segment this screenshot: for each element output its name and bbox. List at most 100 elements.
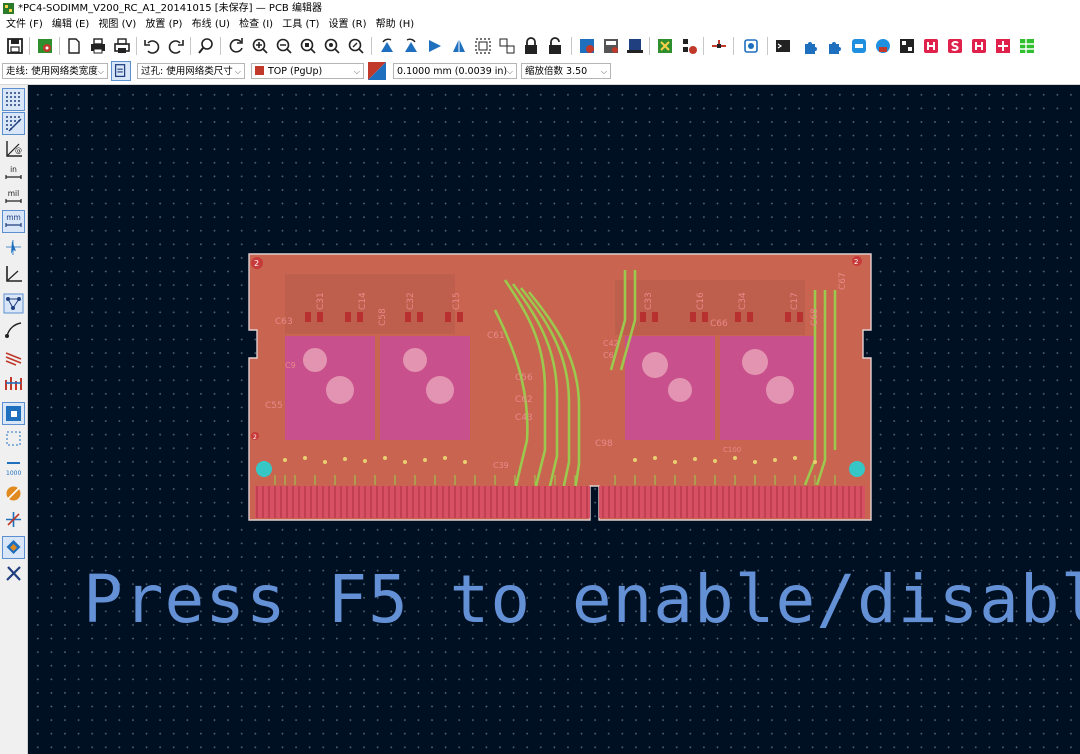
menu-bar: 文件 (F) 编辑 (E) 视图 (V) 放置 (P) 布线 (U) 检查 (I… [0,17,1080,33]
silk-ref: C58 [378,308,388,326]
netlist-icon[interactable] [601,36,621,56]
pad-display-icon[interactable] [3,483,24,504]
curved-ratsnest-icon[interactable] [3,319,24,340]
ratsnest-icon[interactable] [3,293,24,314]
menu-file[interactable]: 文件 (F) [0,17,43,33]
h-plugin-icon[interactable] [921,36,941,56]
svg-text:1000: 1000 [6,470,21,477]
plugin-2-icon[interactable] [825,36,845,56]
rotate-cw-icon[interactable] [401,36,421,56]
lock-icon[interactable] [521,36,541,56]
pcb-canvas[interactable]: C63 C31 C14 C58 C32 C15 C61 C33 C16 C66 … [28,85,1080,754]
print-icon[interactable] [88,36,108,56]
window-title: *PC4-SODIMM_V200_RC_A1_20141015 [未保存] — … [18,3,322,14]
overrides-grid-icon[interactable] [2,112,25,135]
menu-place[interactable]: 放置 (P) [139,17,182,33]
net-color-icon[interactable]: 1000 [3,457,24,478]
units-inch-toggle[interactable]: in [3,163,24,184]
menu-preferences[interactable]: 设置 (R) [323,17,367,33]
zone-outline-icon[interactable] [3,428,24,449]
mirror-v-icon[interactable] [449,36,469,56]
units-mil-label: mil [8,189,19,198]
via-display-icon[interactable] [3,509,24,530]
track-width-select[interactable]: 走线: 使用网络类宽度 ⌵ [2,63,108,79]
chevron-down-icon: ⌵ [97,67,104,76]
footprint-check-icon[interactable] [679,36,699,56]
board-setup-icon[interactable] [35,36,55,56]
undo-icon[interactable] [142,36,162,56]
kicad-pcb-icon [3,3,14,14]
auto-width-icon [114,64,126,78]
drc-icon[interactable] [577,36,597,56]
footprint-editor-icon[interactable] [655,36,675,56]
menu-help[interactable]: 帮助 (H) [370,17,415,33]
silk-ref: C42 [603,339,619,348]
svg-text:@: @ [15,147,22,155]
grid-toggle-icon[interactable] [2,88,25,111]
menu-inspect[interactable]: 检查 (I) [233,17,273,33]
layout-plugin-icon[interactable] [1017,36,1037,56]
layer-pair-icon[interactable] [368,62,386,80]
chevron-down-icon: ⌵ [600,67,607,76]
zoom-fit-icon[interactable] [298,36,318,56]
menu-view[interactable]: 视图 (V) [92,17,136,33]
layer-select[interactable]: TOP (PgUp) ⌵ [251,63,364,79]
gerber-plugin-icon[interactable] [993,36,1013,56]
menu-tools[interactable]: 工具 (T) [276,17,319,33]
find-icon[interactable] [196,36,216,56]
properties-tools-icon[interactable] [3,563,24,584]
chevron-down-icon: ⌵ [234,67,241,76]
silk-ref: C17 [790,292,800,310]
zoom-select[interactable]: 缩放倍数 3.50 ⌵ [521,63,611,79]
layer-manager-icon[interactable] [2,536,25,559]
cursor-style-icon[interactable] [3,237,24,258]
zoom-objects-icon[interactable] [322,36,342,56]
board-setup-2-icon[interactable] [625,36,645,56]
s-plugin-icon[interactable] [945,36,965,56]
silk-ref: C9 [285,361,296,370]
h-plugin-2-icon[interactable] [969,36,989,56]
via-size-select[interactable]: 过孔: 使用网络类尺寸 ⌵ [137,63,245,79]
route-tool-icon[interactable] [709,36,729,56]
menu-edit[interactable]: 编辑 (E) [46,17,89,33]
redo-icon[interactable] [166,36,186,56]
polar-coords-icon[interactable]: @ [3,138,24,159]
refresh-icon[interactable] [226,36,246,56]
grid-select[interactable]: 0.1000 mm (0.0039 in) ⌵ [393,63,517,79]
silk-ref: C43 [515,413,533,423]
silk-ref: C16 [696,292,706,310]
axis-icon[interactable] [3,263,24,284]
console-icon[interactable] [773,36,793,56]
corner-mark: 2 [254,259,259,268]
zoom-selection-icon[interactable] [346,36,366,56]
silk-ref: C14 [358,292,368,310]
menu-route[interactable]: 布线 (U) [186,17,230,33]
units-mil-toggle[interactable]: mil [3,187,24,208]
pcb-board[interactable]: C63 C31 C14 C58 C32 C15 C61 C33 C16 C66 … [245,250,875,524]
silk-ref: C31 [316,292,326,310]
zone-display-icon[interactable] [2,402,25,425]
rotate-ccw-icon[interactable] [377,36,397,56]
zoom-out-icon[interactable] [274,36,294,56]
zoom-in-icon[interactable] [250,36,270,56]
qr-icon[interactable] [897,36,917,56]
plugin-hq-icon[interactable] [849,36,869,56]
page-settings-icon[interactable] [64,36,84,56]
silk-ref: C98 [595,439,613,449]
plugin-icon[interactable] [801,36,821,56]
silk-ref: C68 [810,308,820,326]
units-mm-toggle[interactable]: mm [2,210,25,233]
left-toolbar: @ in mil mm 1000 [0,85,28,754]
tracks-display-icon[interactable] [3,347,24,368]
save-icon[interactable] [5,36,25,56]
group-icon[interactable] [473,36,493,56]
options-bar: 走线: 使用网络类宽度 ⌵ 过孔: 使用网络类尺寸 ⌵ TOP (PgUp) ⌵ 0.… [0,59,1080,85]
auto-track-width-toggle[interactable] [111,61,131,81]
mirror-h-icon[interactable] [425,36,445,56]
unlock-icon[interactable] [545,36,565,56]
ungroup-icon[interactable] [497,36,517,56]
plugin-lib-icon[interactable] [873,36,893,56]
scripting-icon[interactable] [741,36,761,56]
plot-icon[interactable] [112,36,132,56]
high-contrast-icon[interactable] [3,373,24,394]
